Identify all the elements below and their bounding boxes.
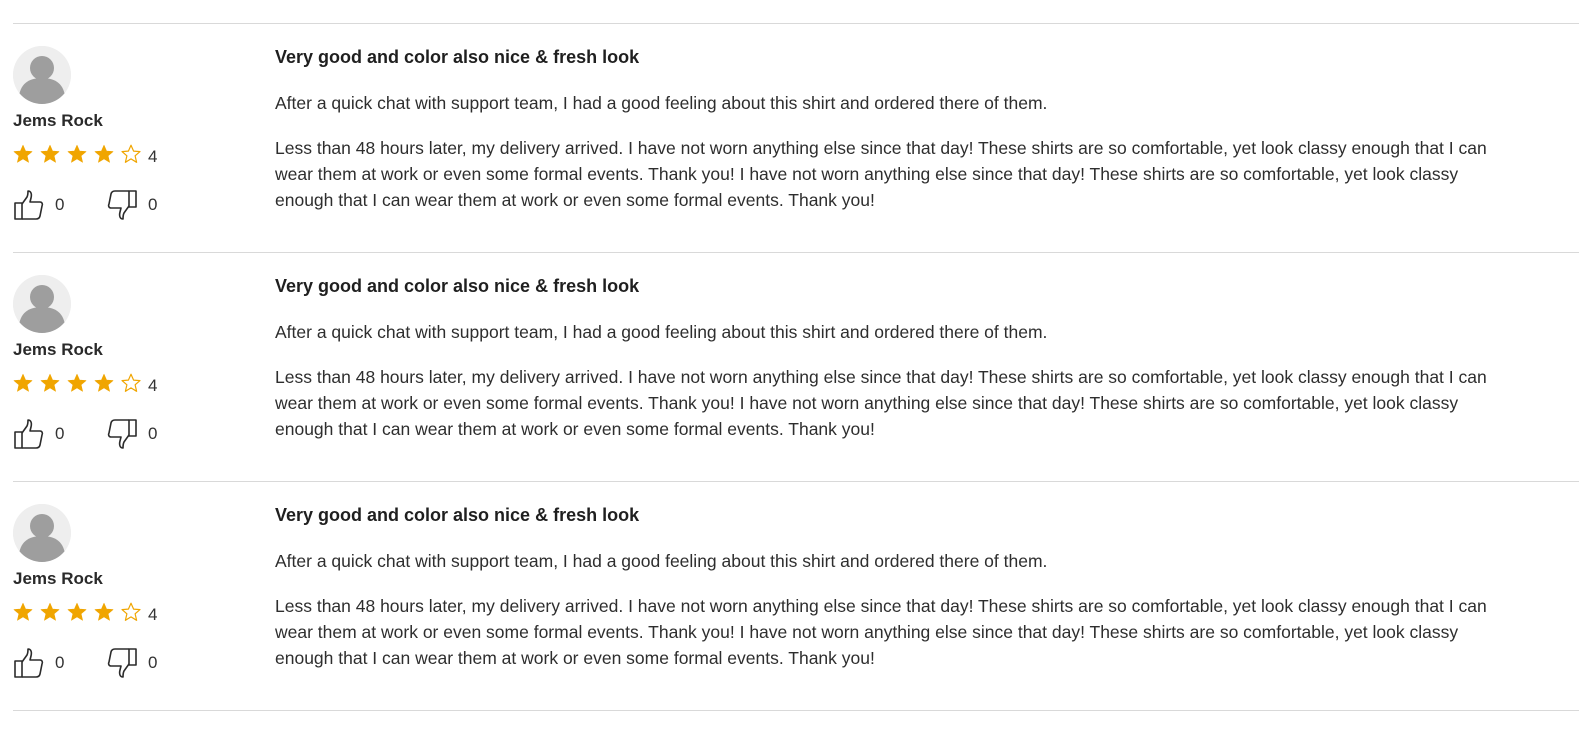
dislike-button[interactable]: 0 (106, 189, 157, 221)
review-item: Jems Rock 4 0 0 Very good and color also… (13, 481, 1579, 710)
rating-value: 4 (148, 376, 158, 395)
thumbs-up-icon (14, 419, 44, 449)
star-rating: 4 (13, 143, 158, 166)
like-button[interactable]: 0 (13, 189, 64, 221)
review-title: Very good and color also nice & fresh lo… (275, 276, 640, 296)
review-list: Jems Rock 4 0 0 Very good and color also… (13, 23, 1579, 711)
thumbs-up-icon (14, 190, 44, 220)
list-divider (13, 710, 1579, 711)
star-empty-icon (121, 373, 141, 392)
user-silhouette-icon (13, 504, 71, 562)
avatar (13, 504, 71, 562)
dislike-count: 0 (148, 653, 158, 672)
thumbs-down-icon (107, 648, 137, 678)
avatar (13, 275, 71, 333)
like-count: 0 (55, 653, 65, 672)
star-filled-icon (94, 602, 114, 621)
review-content: Very good and color also nice & fresh lo… (275, 502, 1515, 671)
star-filled-icon (67, 144, 87, 163)
star-rating: 4 (13, 372, 158, 395)
dislike-count: 0 (148, 424, 158, 443)
star-filled-icon (40, 144, 60, 163)
avatar (13, 46, 71, 104)
dislike-count: 0 (148, 195, 158, 214)
thumbs-down-icon (107, 419, 137, 449)
review-item: Jems Rock 4 0 0 Very good and color also… (13, 252, 1579, 481)
review-paragraph: Less than 48 hours later, my delivery ar… (275, 596, 1487, 668)
star-filled-icon (13, 144, 33, 163)
like-button[interactable]: 0 (13, 418, 64, 450)
review-content: Very good and color also nice & fresh lo… (275, 273, 1515, 442)
thumbs-down-icon (107, 190, 137, 220)
star-filled-icon (13, 373, 33, 392)
thumbs-up-icon (14, 648, 44, 678)
star-filled-icon (94, 144, 114, 163)
dislike-button[interactable]: 0 (106, 647, 157, 679)
rating-value: 4 (148, 147, 158, 166)
review-title: Very good and color also nice & fresh lo… (275, 505, 640, 525)
like-count: 0 (55, 195, 65, 214)
star-empty-icon (121, 602, 141, 621)
review-paragraph: Less than 48 hours later, my delivery ar… (275, 138, 1487, 210)
star-filled-icon (67, 373, 87, 392)
review-paragraph: After a quick chat with support team, I … (275, 93, 1048, 113)
review-item: Jems Rock 4 0 0 Very good and color also… (13, 23, 1579, 252)
star-filled-icon (40, 373, 60, 392)
review-paragraph: Less than 48 hours later, my delivery ar… (275, 367, 1487, 439)
rating-value: 4 (148, 605, 158, 624)
star-filled-icon (40, 602, 60, 621)
like-button[interactable]: 0 (13, 647, 64, 679)
reviewer-name: Jems Rock (13, 569, 103, 588)
star-filled-icon (94, 373, 114, 392)
review-paragraph: After a quick chat with support team, I … (275, 322, 1048, 342)
reviewer-name: Jems Rock (13, 111, 103, 130)
review-paragraph: After a quick chat with support team, I … (275, 551, 1048, 571)
review-content: Very good and color also nice & fresh lo… (275, 44, 1515, 213)
dislike-button[interactable]: 0 (106, 418, 157, 450)
reviewer-name: Jems Rock (13, 340, 103, 359)
user-silhouette-icon (13, 275, 71, 333)
user-silhouette-icon (13, 46, 71, 104)
like-count: 0 (55, 424, 65, 443)
review-title: Very good and color also nice & fresh lo… (275, 47, 640, 67)
star-empty-icon (121, 144, 141, 163)
star-rating: 4 (13, 601, 158, 624)
star-filled-icon (13, 602, 33, 621)
star-filled-icon (67, 602, 87, 621)
